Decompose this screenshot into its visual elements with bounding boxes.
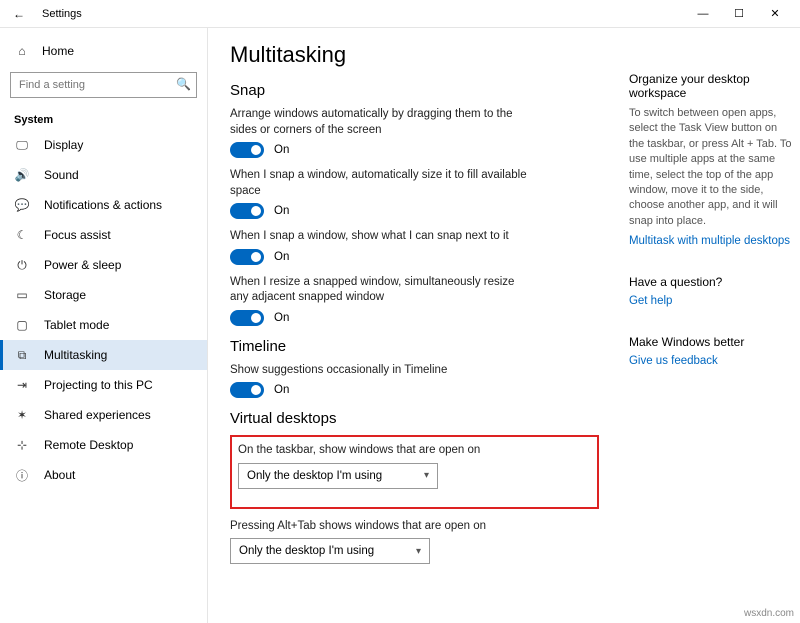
section-label: System bbox=[0, 108, 207, 130]
home-label: Home bbox=[42, 44, 74, 58]
multitasking-icon: ⧉ bbox=[14, 347, 30, 363]
close-button[interactable]: ✕ bbox=[758, 3, 792, 25]
sidebar-item-label: Projecting to this PC bbox=[44, 378, 153, 392]
snap-desc-4: When I resize a snapped window, simultan… bbox=[230, 275, 530, 306]
toggle-state: On bbox=[274, 144, 289, 156]
notifications-icon: 💬 bbox=[14, 197, 30, 213]
back-icon: ← bbox=[13, 7, 25, 21]
sidebar-item-label: Multitasking bbox=[44, 348, 107, 362]
toggle-state: On bbox=[274, 384, 289, 396]
focus-icon: ☾ bbox=[14, 227, 30, 243]
question-heading: Have a question? bbox=[629, 275, 794, 289]
snap-toggle-2[interactable] bbox=[230, 203, 264, 219]
titlebar: ← Settings — ☐ ✕ bbox=[0, 0, 800, 28]
page-title: Multitasking bbox=[230, 42, 599, 68]
toggle-state: On bbox=[274, 205, 289, 217]
shared-icon: ✶ bbox=[14, 407, 30, 423]
watermark: wsxdn.com bbox=[744, 608, 794, 619]
sidebar-item-remote-desktop[interactable]: ⊹ Remote Desktop bbox=[0, 430, 207, 460]
sidebar-item-tablet-mode[interactable]: ▢ Tablet mode bbox=[0, 310, 207, 340]
multitask-link[interactable]: Multitask with multiple desktops bbox=[629, 235, 794, 247]
sidebar-item-label: Storage bbox=[44, 288, 86, 302]
workspace-text: To switch between open apps, select the … bbox=[629, 106, 794, 229]
vd-alttab-label: Pressing Alt+Tab shows windows that are … bbox=[230, 519, 530, 535]
search-box[interactable]: 🔍 bbox=[10, 72, 197, 98]
sidebar-item-focus-assist[interactable]: ☾ Focus assist bbox=[0, 220, 207, 250]
minimize-button[interactable]: — bbox=[686, 3, 720, 25]
chevron-down-icon: ▾ bbox=[424, 470, 429, 481]
snap-desc-1: Arrange windows automatically by draggin… bbox=[230, 107, 530, 138]
sidebar: ⌂ Home 🔍 System 🖵 Display 🔊 Sound 💬 Notific… bbox=[0, 28, 208, 623]
snap-desc-2: When I snap a window, automatically size… bbox=[230, 168, 530, 199]
sidebar-item-notifications[interactable]: 💬 Notifications & actions bbox=[0, 190, 207, 220]
snap-heading: Snap bbox=[230, 82, 599, 99]
sidebar-item-display[interactable]: 🖵 Display bbox=[0, 130, 207, 160]
sidebar-item-shared-experiences[interactable]: ✶ Shared experiences bbox=[0, 400, 207, 430]
sidebar-item-label: About bbox=[44, 468, 75, 482]
select-value: Only the desktop I'm using bbox=[239, 545, 374, 557]
power-icon: ⏻ bbox=[14, 257, 30, 273]
sidebar-item-storage[interactable]: ▭ Storage bbox=[0, 280, 207, 310]
sidebar-item-about[interactable]: ⓘ About bbox=[0, 460, 207, 490]
sidebar-item-label: Display bbox=[44, 138, 83, 152]
back-button[interactable]: ← bbox=[8, 3, 30, 25]
storage-icon: ▭ bbox=[14, 287, 30, 303]
toggle-state: On bbox=[274, 251, 289, 263]
sidebar-item-label: Sound bbox=[44, 168, 79, 182]
search-input[interactable] bbox=[10, 72, 197, 98]
sidebar-item-label: Notifications & actions bbox=[44, 198, 162, 212]
sidebar-item-label: Focus assist bbox=[44, 228, 111, 242]
sidebar-item-multitasking[interactable]: ⧉ Multitasking bbox=[0, 340, 207, 370]
home-button[interactable]: ⌂ Home bbox=[0, 36, 207, 66]
projecting-icon: ⇥ bbox=[14, 377, 30, 393]
vd-taskbar-label: On the taskbar, show windows that are op… bbox=[238, 443, 538, 459]
sound-icon: 🔊 bbox=[14, 167, 30, 183]
sidebar-item-sound[interactable]: 🔊 Sound bbox=[0, 160, 207, 190]
tablet-icon: ▢ bbox=[14, 317, 30, 333]
about-icon: ⓘ bbox=[14, 467, 30, 483]
snap-desc-3: When I snap a window, show what I can sn… bbox=[230, 229, 530, 245]
get-help-link[interactable]: Get help bbox=[629, 295, 794, 307]
select-value: Only the desktop I'm using bbox=[247, 470, 382, 482]
aside-panel: Organize your desktop workspace To switc… bbox=[629, 42, 794, 609]
remote-icon: ⊹ bbox=[14, 437, 30, 453]
content-area: Multitasking Snap Arrange windows automa… bbox=[230, 42, 599, 609]
workspace-heading: Organize your desktop workspace bbox=[629, 72, 794, 100]
better-heading: Make Windows better bbox=[629, 335, 794, 349]
vd-taskbar-select[interactable]: Only the desktop I'm using ▾ bbox=[238, 463, 438, 489]
snap-toggle-3[interactable] bbox=[230, 249, 264, 265]
sidebar-item-label: Remote Desktop bbox=[44, 438, 133, 452]
sidebar-item-power-sleep[interactable]: ⏻ Power & sleep bbox=[0, 250, 207, 280]
vd-alttab-select[interactable]: Only the desktop I'm using ▾ bbox=[230, 538, 430, 564]
feedback-link[interactable]: Give us feedback bbox=[629, 355, 794, 367]
virtual-desktops-heading: Virtual desktops bbox=[230, 410, 599, 427]
chevron-down-icon: ▾ bbox=[416, 546, 421, 557]
sidebar-item-projecting[interactable]: ⇥ Projecting to this PC bbox=[0, 370, 207, 400]
sidebar-item-label: Shared experiences bbox=[44, 408, 151, 422]
snap-toggle-4[interactable] bbox=[230, 310, 264, 326]
timeline-desc: Show suggestions occasionally in Timelin… bbox=[230, 363, 530, 379]
highlighted-setting: On the taskbar, show windows that are op… bbox=[230, 435, 599, 509]
toggle-state: On bbox=[274, 312, 289, 324]
maximize-button[interactable]: ☐ bbox=[722, 3, 756, 25]
sidebar-item-label: Tablet mode bbox=[44, 318, 109, 332]
timeline-heading: Timeline bbox=[230, 338, 599, 355]
timeline-toggle[interactable] bbox=[230, 382, 264, 398]
display-icon: 🖵 bbox=[14, 137, 30, 153]
window-title: Settings bbox=[42, 8, 82, 20]
search-icon: 🔍 bbox=[176, 77, 191, 91]
home-icon: ⌂ bbox=[14, 43, 30, 59]
sidebar-item-label: Power & sleep bbox=[44, 258, 121, 272]
snap-toggle-1[interactable] bbox=[230, 142, 264, 158]
